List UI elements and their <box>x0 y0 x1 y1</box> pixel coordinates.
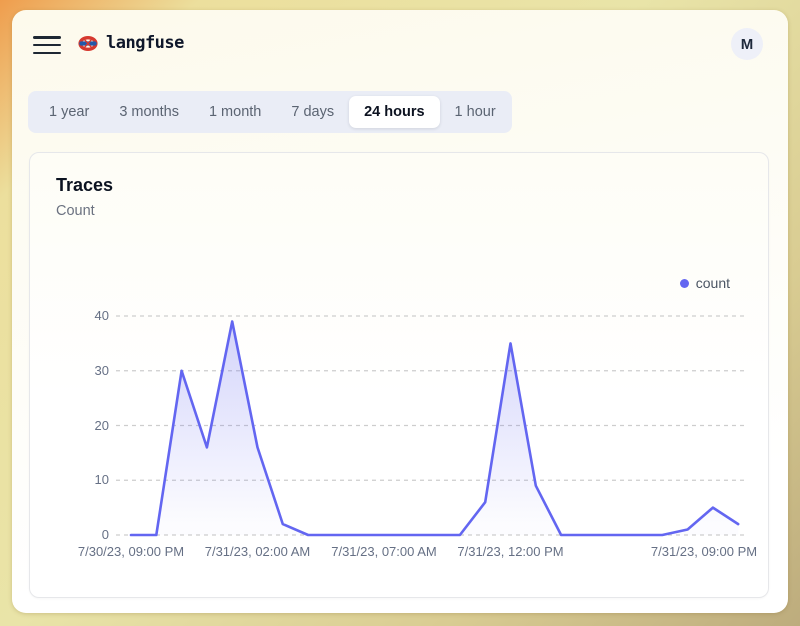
tab-3-months[interactable]: 3 months <box>104 96 194 128</box>
legend-dot-icon <box>680 279 689 288</box>
traces-area-chart[interactable] <box>61 301 761 541</box>
tab-1-year[interactable]: 1 year <box>34 96 104 128</box>
brand[interactable]: langfuse <box>78 33 184 53</box>
brand-name: langfuse <box>106 33 184 53</box>
user-avatar[interactable]: M <box>731 28 763 60</box>
tab-1-hour[interactable]: 1 hour <box>440 96 511 128</box>
top-bar: langfuse M <box>12 10 788 80</box>
tab-7-days[interactable]: 7 days <box>276 96 349 128</box>
card-subtitle: Count <box>56 203 95 219</box>
area-fill <box>131 322 738 536</box>
tab-24-hours[interactable]: 24 hours <box>349 96 439 128</box>
menu-icon <box>33 36 61 39</box>
tab-1-month[interactable]: 1 month <box>194 96 276 128</box>
app-window: langfuse M 1 year3 months1 month7 days24… <box>12 10 788 613</box>
x-axis-tick: 7/31/23, 12:00 PM <box>441 543 581 560</box>
chart-legend: count <box>680 274 730 292</box>
menu-button[interactable] <box>33 35 61 55</box>
traces-card: Traces Count count 010203040 7/30/23, 09… <box>29 152 769 598</box>
x-axis-tick: 7/30/23, 09:00 PM <box>61 543 201 560</box>
menu-icon <box>33 44 61 47</box>
time-range-tabs: 1 year3 months1 month7 days24 hours1 hou… <box>28 91 512 133</box>
legend-label: count <box>696 275 730 291</box>
avatar-initial: M <box>741 36 754 53</box>
card-title: Traces <box>56 175 113 196</box>
x-axis-tick: 7/31/23, 02:00 AM <box>188 543 328 560</box>
langfuse-logo-icon <box>78 36 98 51</box>
x-axis-tick: 7/31/23, 07:00 AM <box>314 543 454 560</box>
menu-icon <box>33 52 61 55</box>
x-axis-tick: 7/31/23, 09:00 PM <box>634 543 774 560</box>
